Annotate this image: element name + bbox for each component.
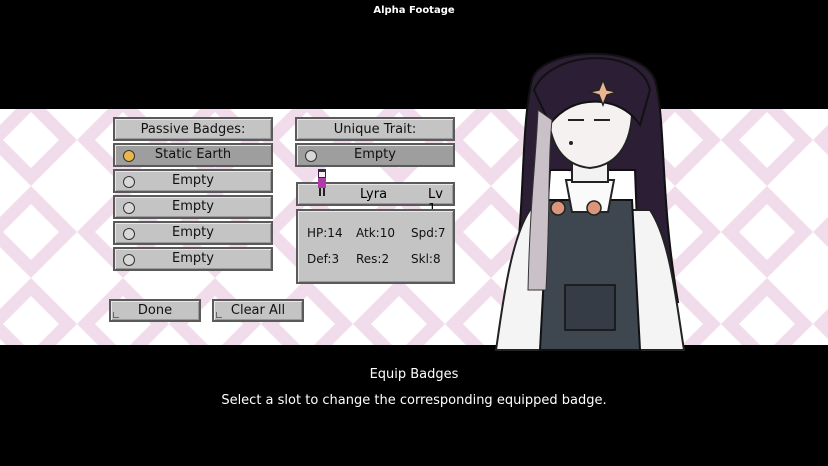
unique-trait-label: Unique Trait:: [333, 122, 417, 137]
unique-trait-slot-label: Empty: [354, 147, 396, 162]
window-title: Alpha Footage: [373, 5, 455, 16]
stat-def: Def:3: [307, 252, 340, 266]
passive-slot-5[interactable]: Empty: [113, 247, 273, 271]
footer-description: Select a slot to change the correspondin…: [221, 393, 607, 408]
clear-all-button-label: Clear All: [230, 303, 286, 318]
passive-slot-1[interactable]: Static Earth: [113, 143, 273, 167]
done-button-label: Done: [137, 303, 173, 318]
passive-slot-label: Empty: [172, 225, 214, 240]
stat-atk: Atk:10: [356, 226, 395, 240]
stat-hp: HP:14: [307, 226, 343, 240]
character-portrait: [494, 52, 686, 351]
passive-slot-label: Empty: [172, 251, 214, 266]
character-name: Lyra: [360, 187, 388, 202]
stat-skl: Skl:8: [411, 252, 441, 266]
footer-title: Equip Badges: [369, 367, 459, 382]
unique-trait-header: Unique Trait:: [295, 117, 455, 141]
unique-trait-slot[interactable]: Empty: [295, 143, 455, 167]
character-sprite-icon: [318, 169, 326, 196]
passive-badges-header: Passive Badges:: [113, 117, 273, 141]
done-button[interactable]: Done: [109, 299, 201, 322]
clear-all-button[interactable]: Clear All: [212, 299, 304, 322]
character-stats-panel: HP:14 Atk:10 Spd:7 Def:3 Res:2 Skl:8: [296, 209, 455, 284]
passive-slot-label: Empty: [172, 199, 214, 214]
passive-slot-2[interactable]: Empty: [113, 169, 273, 193]
passive-slot-label: Static Earth: [154, 147, 232, 162]
passive-slot-4[interactable]: Empty: [113, 221, 273, 245]
stat-spd: Spd:7: [411, 226, 446, 240]
stat-res: Res:2: [356, 252, 390, 266]
passive-slot-label: Empty: [172, 173, 214, 188]
passive-slot-3[interactable]: Empty: [113, 195, 273, 219]
passive-badges-label: Passive Badges:: [140, 122, 246, 137]
